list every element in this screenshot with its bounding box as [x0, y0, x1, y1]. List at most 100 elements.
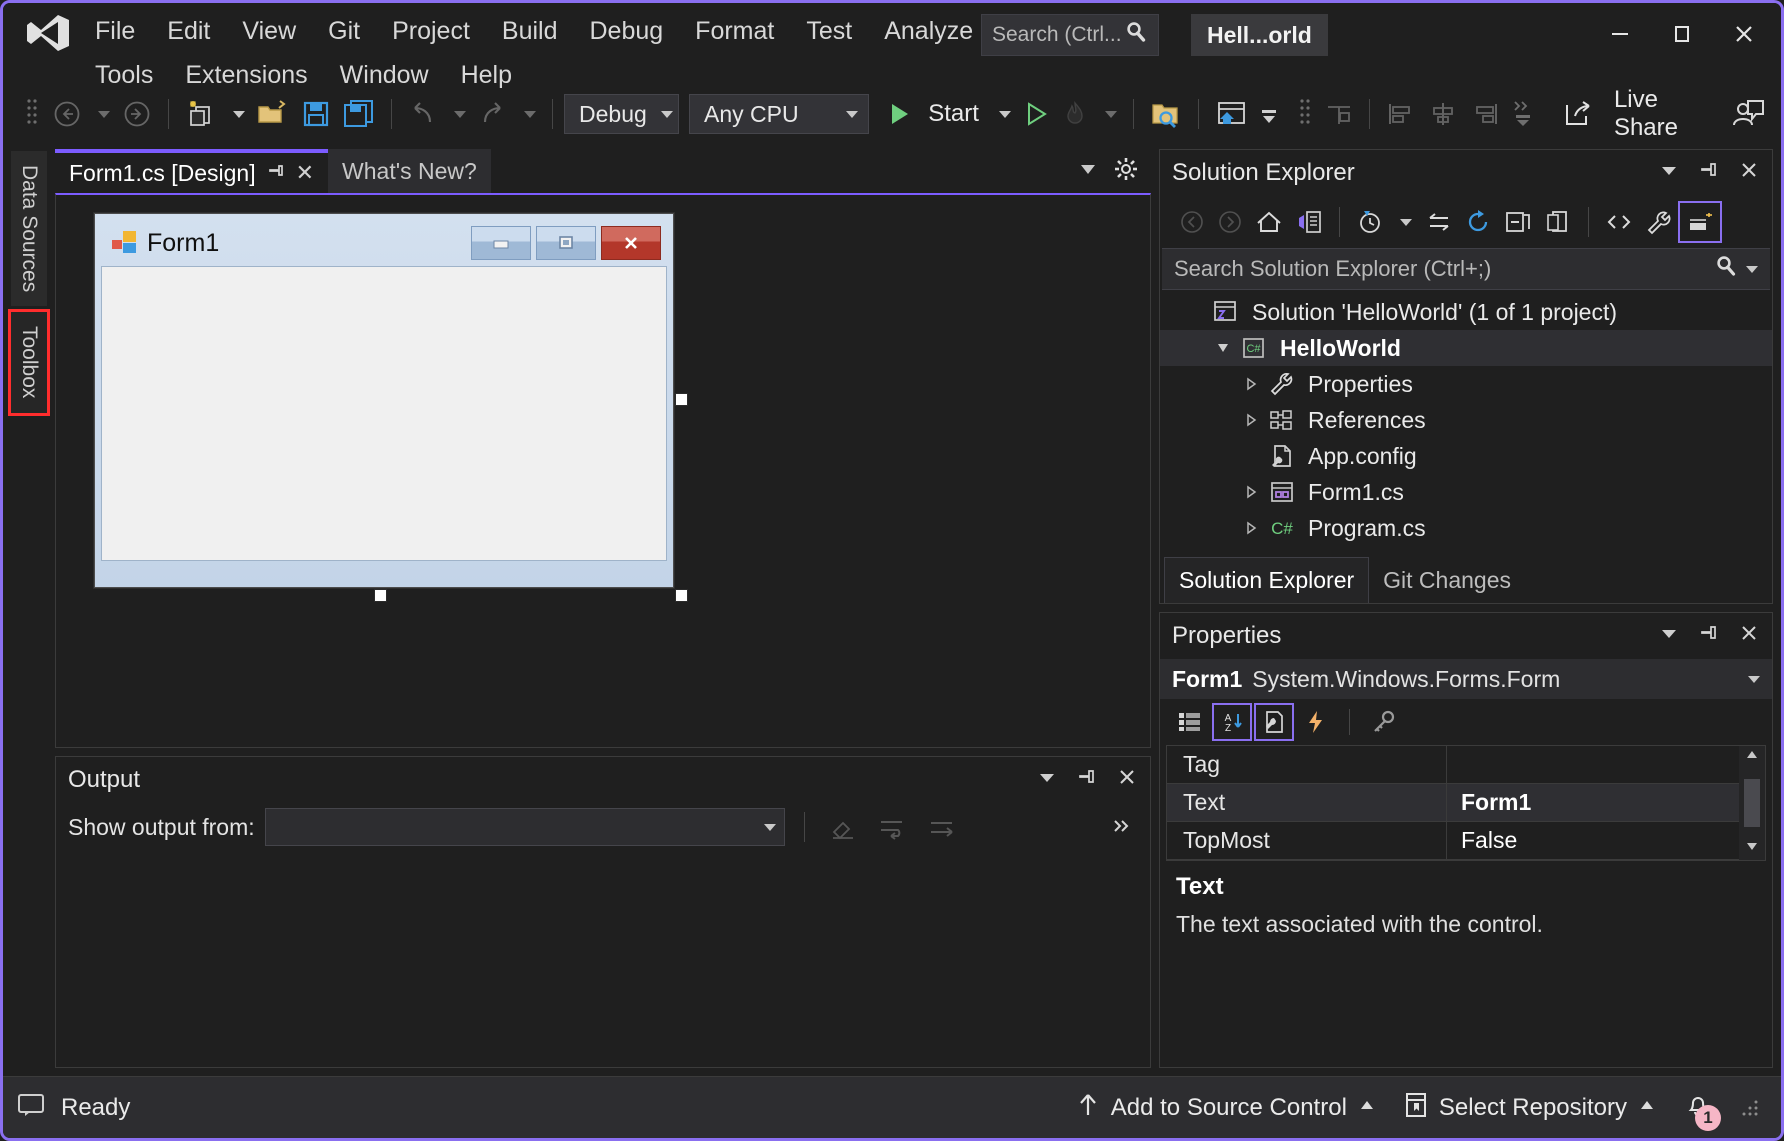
- menu-extensions[interactable]: Extensions: [169, 53, 323, 97]
- output-close-icon[interactable]: [1116, 766, 1138, 795]
- menu-debug[interactable]: Debug: [574, 9, 680, 53]
- undo-button[interactable]: [403, 93, 443, 135]
- navigate-backward-button[interactable]: [47, 93, 87, 135]
- property-row-text[interactable]: Text Form1: [1167, 784, 1739, 822]
- notifications-button[interactable]: 1: [1683, 1090, 1721, 1131]
- se-history-dropdown[interactable]: [1391, 201, 1417, 243]
- tree-node-solution[interactable]: Solution 'HelloWorld' (1 of 1 project): [1160, 294, 1772, 330]
- minimize-button[interactable]: [1589, 9, 1651, 59]
- alphabetical-view-icon[interactable]: A Z: [1212, 703, 1252, 741]
- menu-edit[interactable]: Edit: [151, 9, 226, 53]
- menu-test[interactable]: Test: [790, 9, 868, 53]
- property-value-tag[interactable]: [1447, 746, 1739, 783]
- output-text-area[interactable]: [56, 851, 1150, 1067]
- tree-node-properties[interactable]: Properties: [1160, 366, 1772, 402]
- solution-explorer-pin-icon[interactable]: [1698, 159, 1720, 188]
- redo-dropdown[interactable]: [515, 93, 541, 135]
- design-form[interactable]: Form1: [94, 213, 674, 588]
- menu-git[interactable]: Git: [312, 9, 376, 53]
- navigate-backward-dropdown[interactable]: [89, 93, 115, 135]
- properties-pin-icon[interactable]: [1698, 622, 1720, 651]
- toolbar-grip-handle-2[interactable]: [1298, 97, 1312, 131]
- key-icon[interactable]: [1365, 705, 1401, 739]
- start-without-debugging-button[interactable]: [1018, 93, 1054, 135]
- save-button[interactable]: [296, 93, 336, 135]
- navigate-forward-button[interactable]: [117, 93, 157, 135]
- menu-analyze[interactable]: Analyze: [868, 9, 989, 53]
- properties-object-selector[interactable]: Form1 System.Windows.Forms.Form: [1160, 659, 1772, 699]
- tab-whats-new[interactable]: What's New?: [328, 149, 491, 193]
- menu-build[interactable]: Build: [486, 9, 574, 53]
- search-input[interactable]: Search (Ctrl...: [981, 14, 1159, 56]
- solution-explorer-close-icon[interactable]: [1738, 159, 1760, 188]
- se-properties-window-icon[interactable]: [1678, 201, 1722, 243]
- design-form-minimize-button[interactable]: [471, 226, 531, 260]
- start-label[interactable]: Start: [919, 93, 988, 135]
- align-rights-icon[interactable]: [1465, 93, 1505, 135]
- tree-node-references[interactable]: References: [1160, 402, 1772, 438]
- properties-close-icon[interactable]: [1738, 622, 1760, 651]
- align-to-grid-icon[interactable]: [1320, 93, 1358, 135]
- save-all-button[interactable]: [338, 93, 380, 135]
- format-overflow-button[interactable]: [1507, 93, 1539, 135]
- se-view-code-icon[interactable]: [1600, 201, 1638, 243]
- window-resize-grip[interactable]: [1739, 1097, 1761, 1119]
- se-history-clock-icon[interactable]: [1351, 201, 1389, 243]
- se-forward-icon[interactable]: [1212, 201, 1248, 243]
- add-to-source-control-button[interactable]: Add to Source Control: [1075, 1091, 1377, 1124]
- new-project-button[interactable]: [180, 93, 222, 135]
- windows-forms-designer-surface[interactable]: Form1: [55, 193, 1151, 748]
- tab-git-changes[interactable]: Git Changes: [1369, 557, 1525, 603]
- feedback-person-icon[interactable]: [1727, 93, 1771, 135]
- solution-platform-dropdown[interactable]: Any CPU: [689, 94, 870, 134]
- sidebar-item-data-sources[interactable]: Data Sources: [11, 151, 47, 307]
- se-refresh-icon[interactable]: [1459, 201, 1497, 243]
- toolbar-grip-handle[interactable]: [25, 97, 39, 131]
- hot-reload-button[interactable]: [1056, 93, 1094, 135]
- undo-dropdown[interactable]: [445, 93, 471, 135]
- solution-explorer-dropdown-icon[interactable]: [1658, 159, 1680, 188]
- tree-expander-collapsed-icon[interactable]: [1236, 484, 1266, 500]
- design-form-close-button[interactable]: [601, 226, 661, 260]
- menu-tools[interactable]: Tools: [79, 53, 169, 97]
- property-row-topmost[interactable]: TopMost False: [1167, 822, 1739, 860]
- categorized-view-icon[interactable]: [1172, 705, 1208, 739]
- toolbar-overflow-button[interactable]: [1254, 93, 1284, 135]
- open-file-button[interactable]: [252, 93, 294, 135]
- solution-tree[interactable]: Solution 'HelloWorld' (1 of 1 project) C…: [1160, 290, 1772, 557]
- tree-expander-collapsed-icon[interactable]: [1236, 520, 1266, 536]
- solution-explorer-search-button[interactable]: [1145, 93, 1187, 135]
- se-back-icon[interactable]: [1174, 201, 1210, 243]
- properties-dropdown-icon[interactable]: [1658, 622, 1680, 651]
- output-pin-icon[interactable]: [1076, 766, 1098, 795]
- output-dropdown-icon[interactable]: [1036, 766, 1058, 795]
- scroll-down-arrow-icon[interactable]: [1744, 839, 1760, 858]
- tab-close-icon[interactable]: ✕: [296, 160, 314, 186]
- maximize-button[interactable]: [1651, 9, 1713, 59]
- menu-format[interactable]: Format: [679, 9, 790, 53]
- property-value-topmost[interactable]: False: [1447, 822, 1739, 859]
- live-share-button[interactable]: Live Share: [1601, 86, 1725, 141]
- clear-output-icon[interactable]: [824, 806, 862, 848]
- select-repository-button[interactable]: Select Repository: [1403, 1091, 1657, 1124]
- tab-form1-design[interactable]: Form1.cs [Design] ✕: [55, 149, 329, 193]
- close-button[interactable]: [1713, 9, 1775, 59]
- align-centers-icon[interactable]: [1423, 93, 1463, 135]
- properties-grid[interactable]: Tag Text Form1 TopMost False Transpar: [1166, 745, 1766, 861]
- property-value-transparencykey[interactable]: [1447, 860, 1739, 861]
- resize-handle-bottom[interactable]: [374, 589, 387, 602]
- show-output-from-dropdown[interactable]: [264, 808, 785, 846]
- sidebar-item-toolbox[interactable]: Toolbox: [8, 309, 50, 416]
- solution-explorer-search-input[interactable]: Search Solution Explorer (Ctrl+;): [1162, 248, 1770, 290]
- menu-window[interactable]: Window: [324, 53, 445, 97]
- design-form-client-area[interactable]: [101, 266, 667, 561]
- se-view-designer-wrench-icon[interactable]: [1640, 201, 1678, 243]
- hot-reload-dropdown[interactable]: [1096, 93, 1122, 135]
- start-debug-button[interactable]: [881, 93, 917, 135]
- tree-node-program-cs[interactable]: C# Program.cs: [1160, 510, 1772, 546]
- menu-help[interactable]: Help: [445, 53, 528, 97]
- redo-button[interactable]: [473, 93, 513, 135]
- properties-grid-scrollbar[interactable]: [1739, 746, 1765, 860]
- tree-expander-expanded-icon[interactable]: [1208, 340, 1238, 356]
- pin-icon[interactable]: [266, 160, 286, 187]
